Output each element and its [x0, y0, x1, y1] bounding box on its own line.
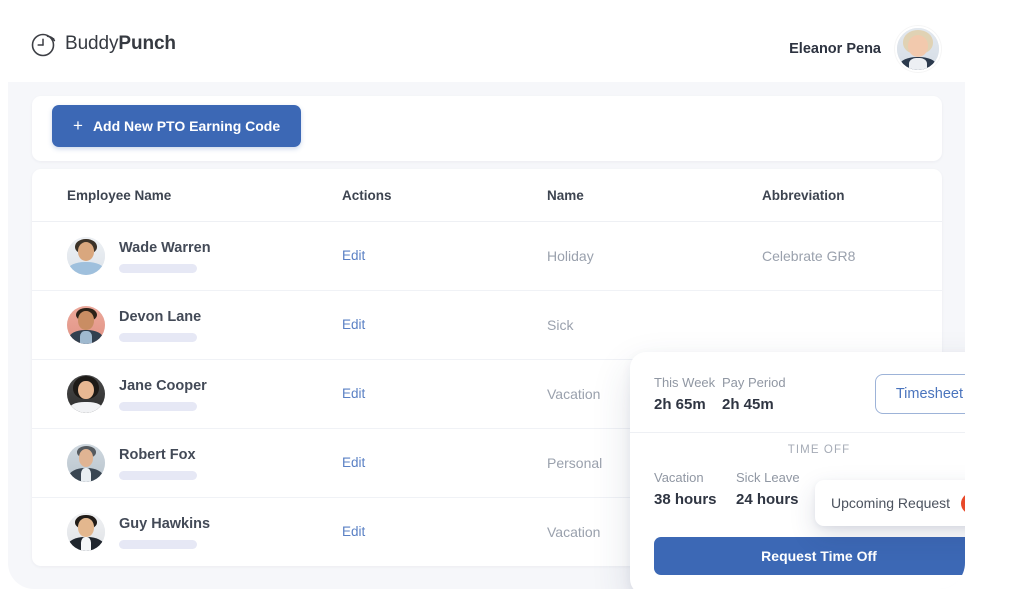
stat-pay-period: Pay Period 2h 45m [722, 375, 832, 413]
summary-hours-row: This Week 2h 65m Pay Period 2h 45m Times… [630, 352, 965, 432]
time-summary-card: This Week 2h 65m Pay Period 2h 45m Times… [630, 352, 965, 589]
avatar [67, 237, 105, 275]
cell-actions: Edit [342, 247, 547, 265]
placeholder-bar [119, 263, 197, 273]
pay-period-value: 2h 45m [722, 396, 774, 413]
add-button-label: Add New PTO Earning Code [92, 118, 281, 134]
employee-name: Robert Fox [119, 446, 196, 463]
table-row: Wade Warren Edit Holiday Celebrate GR8 [32, 222, 942, 291]
cell-employee: Guy Hawkins [32, 513, 342, 551]
upcoming-request-label: Upcoming Request [831, 495, 951, 511]
column-header-abbreviation: Abbreviation [762, 187, 845, 203]
page-content: + Add New PTO Earning Code Employee Name… [8, 82, 965, 589]
avatar [67, 513, 105, 551]
cell-employee: Jane Cooper [32, 375, 342, 413]
add-new-pto-earning-code-button[interactable]: + Add New PTO Earning Code [52, 105, 302, 147]
cell-employee: Robert Fox [32, 444, 342, 482]
status-badge: 2 [961, 492, 965, 514]
column-header-name: Name [547, 187, 584, 203]
placeholder-bar [119, 539, 197, 549]
edit-link[interactable]: Edit [342, 524, 365, 539]
vacation-label: Vacation [654, 470, 704, 485]
column-header-employee-name: Employee Name [67, 187, 172, 203]
placeholder-bar [119, 401, 197, 411]
employee-name: Devon Lane [119, 308, 202, 325]
this-week-value: 2h 65m [654, 396, 706, 413]
avatar [67, 444, 105, 482]
upcoming-request-pill[interactable]: Upcoming Request 2 [815, 480, 965, 526]
timesheet-button[interactable]: Timesheet [874, 374, 965, 414]
table-row: Devon Lane Edit Sick [32, 291, 942, 360]
column-header-actions: Actions [342, 187, 392, 203]
edit-link[interactable]: Edit [342, 386, 365, 401]
edit-link[interactable]: Edit [342, 248, 365, 263]
cell-employee: Wade Warren [32, 237, 342, 275]
this-week-label: This Week [654, 375, 716, 390]
employee-name: Wade Warren [119, 239, 211, 256]
logo-word-punch: Punch [118, 33, 176, 54]
avatar [67, 375, 105, 413]
clock-icon [30, 30, 58, 58]
cell-name: Sick [547, 317, 574, 333]
request-time-off-button[interactable]: Request Time Off [654, 537, 965, 575]
placeholder-bar [119, 470, 197, 480]
logo-wordmark: BuddyPunch [65, 33, 176, 55]
cell-actions: Edit [342, 523, 547, 541]
time-off-section-label: TIME OFF [787, 444, 851, 456]
cell-actions: Edit [342, 454, 547, 472]
cell-name: Holiday [547, 248, 594, 264]
table-header-row: Employee Name Actions Name Abbreviation [32, 169, 942, 222]
employee-name: Guy Hawkins [119, 515, 211, 532]
placeholder-bar [119, 332, 197, 342]
vacation-value: 38 hours [654, 491, 717, 508]
logo-word-buddy: Buddy [65, 33, 119, 54]
edit-link[interactable]: Edit [342, 317, 365, 332]
employee-name: Jane Cooper [119, 377, 207, 394]
user-menu[interactable]: Eleanor Pena [789, 26, 941, 72]
app-window: BuddyPunch Eleanor Pena + Add New PTO Ea… [8, 6, 965, 589]
avatar[interactable] [895, 26, 941, 72]
plus-icon: + [73, 116, 83, 135]
cell-actions: Edit [342, 385, 547, 403]
user-name: Eleanor Pena [789, 41, 881, 57]
logo[interactable]: BuddyPunch [30, 30, 176, 58]
stat-this-week: This Week 2h 65m [654, 375, 722, 413]
app-header: BuddyPunch Eleanor Pena [8, 6, 965, 82]
cell-actions: Edit [342, 316, 547, 334]
avatar [67, 306, 105, 344]
edit-link[interactable]: Edit [342, 455, 365, 470]
cell-abbreviation: Celebrate GR8 [762, 248, 856, 264]
pay-period-label: Pay Period [722, 375, 786, 390]
cell-employee: Devon Lane [32, 306, 342, 344]
stat-vacation: Vacation 38 hours [654, 470, 736, 508]
toolbar: + Add New PTO Earning Code [32, 96, 942, 161]
